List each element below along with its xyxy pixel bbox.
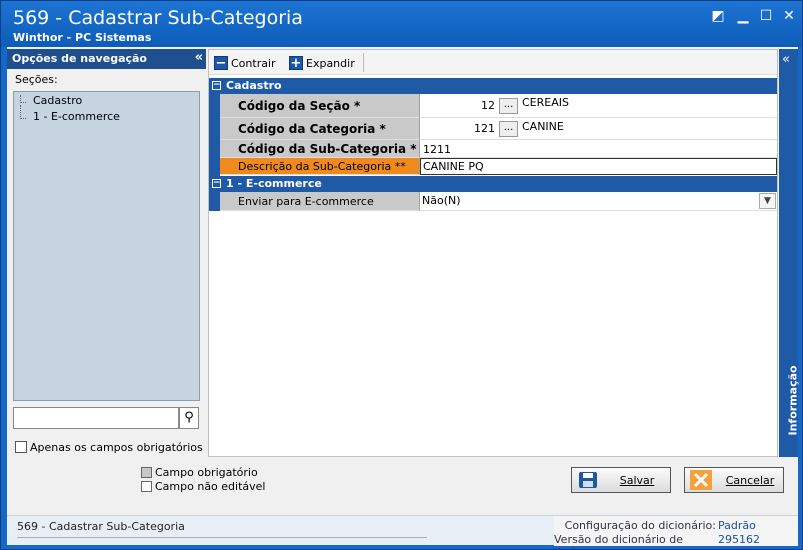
minus-icon: − (214, 56, 228, 71)
close-button[interactable]: ✕ (780, 7, 798, 25)
navigation-panel: Opções de navegação « Seções: Cadastro 1… (7, 47, 206, 457)
descricao-input[interactable]: CANINE PQ (420, 158, 777, 175)
nav-search-input[interactable] (13, 407, 179, 429)
window-subtitle: Winthor - PC Sistemas (13, 31, 152, 44)
field-label-descricao: Descrição da Sub-Categoria ** (220, 158, 420, 175)
sections-tree: Cadastro 1 - E-commerce (13, 91, 200, 401)
not-editable-legend-label: Campo não editável (155, 480, 266, 493)
cancel-label: Cancelar (725, 473, 775, 487)
expand-info-icon[interactable]: « (782, 52, 790, 67)
status-routine: 569 - Cadastrar Sub-Categoria (17, 520, 427, 538)
navigation-header-label: Opções de navegação (12, 52, 147, 65)
categoria-description: CANINE (522, 120, 564, 133)
data-dictionary-version-label: Versão do dicionário de dados: (554, 533, 684, 550)
tree-item-cadastro[interactable]: Cadastro (33, 94, 82, 107)
edit-icon[interactable]: ◩ (709, 7, 727, 25)
window-title: 569 - Cadastrar Sub-Categoria (13, 7, 303, 29)
categoria-lookup-button[interactable]: ... (499, 121, 518, 137)
navigation-header: Opções de navegação « (7, 49, 206, 69)
category-ecommerce[interactable]: − 1 - E-commerce (209, 176, 777, 192)
category-gutter (209, 94, 220, 176)
app-window: 569 - Cadastrar Sub-Categoria Winthor - … (0, 0, 803, 550)
collapse-toggle-icon[interactable]: − (212, 179, 221, 188)
chevron-down-icon[interactable]: ▼ (759, 193, 776, 209)
save-label: Salvar (619, 473, 655, 487)
config-dictionary-label: Configuração do dicionário: (564, 519, 716, 532)
enviar-ecommerce-value: Não(N) (422, 194, 461, 207)
secao-lookup-button[interactable]: ... (499, 98, 518, 114)
field-label-categoria: Código da Categoria * (220, 118, 420, 140)
property-grid: − Contrair + Expandir − Cadastro Código … (208, 49, 778, 457)
secao-description: CEREAIS (522, 96, 569, 109)
toolbar-separator (363, 53, 364, 72)
only-required-checkbox[interactable] (15, 441, 27, 453)
category-cadastro-label: Cadastro (226, 79, 282, 92)
required-legend-label: Campo obrigatório (155, 466, 258, 479)
minimize-button[interactable]: ▁ (734, 7, 752, 25)
cancel-x-icon (685, 468, 717, 492)
info-panel[interactable]: « Informação (779, 49, 800, 457)
subcategoria-code-input[interactable]: 1211 (420, 140, 777, 158)
required-legend-swatch (141, 467, 152, 478)
tree-connector (20, 95, 26, 103)
config-dictionary-value: Padrão (718, 519, 756, 532)
title-bar: 569 - Cadastrar Sub-Categoria Winthor - … (1, 1, 802, 47)
data-dictionary-version-value: 295162 (718, 533, 760, 546)
tree-item-ecommerce[interactable]: 1 - E-commerce (33, 110, 120, 123)
enviar-ecommerce-select[interactable]: Não(N) ▼ (420, 192, 777, 211)
cancel-button[interactable]: Cancelar (684, 467, 784, 493)
floppy-disk-icon (572, 468, 604, 492)
category-ecommerce-label: 1 - E-commerce (226, 177, 322, 190)
collapse-toggle-icon[interactable]: − (212, 81, 221, 90)
plus-icon: + (289, 56, 303, 71)
tree-connector (20, 105, 26, 119)
field-label-enviar: Enviar para E-commerce (220, 192, 420, 211)
only-required-label: Apenas os campos obrigatórios (30, 441, 203, 454)
grid-toolbar: − Contrair + Expandir (209, 50, 777, 75)
collapse-button[interactable]: − Contrair (214, 54, 276, 72)
info-panel-label: Informação (786, 365, 800, 436)
search-icon[interactable]: ⚲ (179, 407, 199, 429)
dictionary-info: Configuração do dicionário: Padrão Versã… (554, 516, 798, 550)
field-row-categoria: 121 ... CANINE (420, 118, 777, 140)
collapse-label: Contrair (231, 56, 276, 70)
categoria-code-input[interactable]: 121 (420, 122, 495, 135)
expand-label: Expandir (306, 56, 355, 70)
collapse-nav-icon[interactable]: « (195, 50, 203, 65)
category-cadastro[interactable]: − Cadastro (209, 78, 777, 94)
sections-label: Seções: (15, 73, 58, 86)
status-bar: 569 - Cadastrar Sub-Categoria Configuraç… (7, 515, 798, 550)
field-label-secao: Código da Seção * (220, 94, 420, 118)
field-row-secao: 12 ... CEREAIS (420, 94, 777, 118)
secao-code-input[interactable]: 12 (420, 99, 495, 112)
maximize-button[interactable]: ☐ (757, 7, 775, 25)
field-label-subcategoria: Código da Sub-Categoria * (220, 140, 420, 158)
save-button[interactable]: Salvar (571, 467, 671, 493)
content-area: Opções de navegação « Seções: Cadastro 1… (7, 47, 800, 550)
not-editable-legend-swatch (141, 481, 152, 492)
category-gutter (209, 192, 220, 211)
expand-button[interactable]: + Expandir (289, 54, 355, 72)
